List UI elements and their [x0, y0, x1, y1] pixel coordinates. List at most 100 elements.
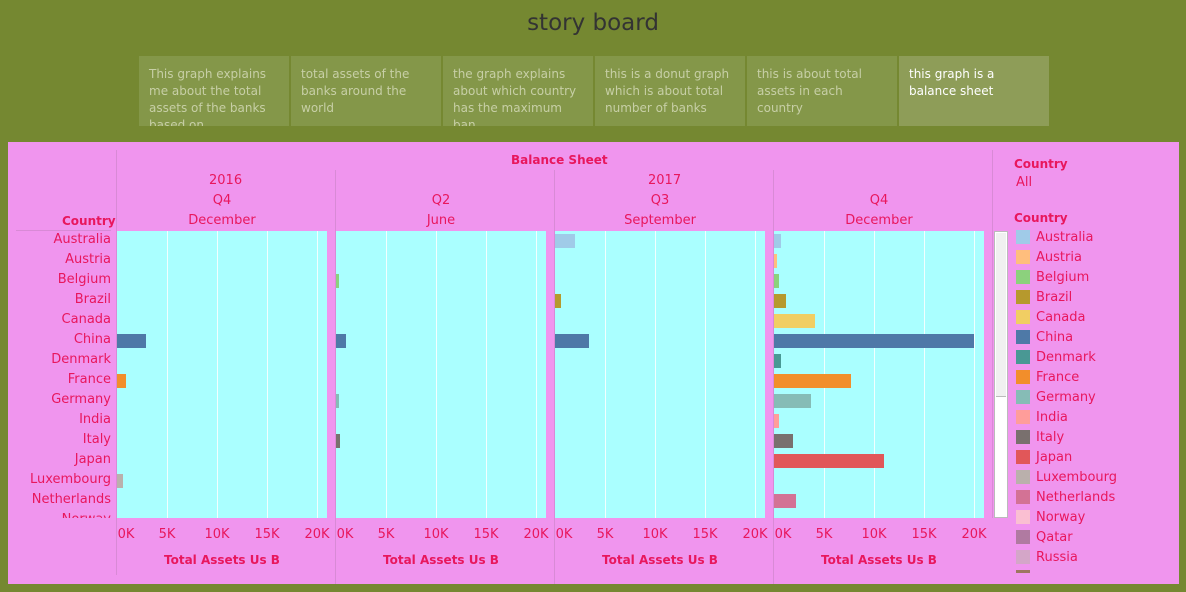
legend-swatch [1016, 230, 1030, 244]
bar-germany[interactable] [336, 394, 339, 408]
legend-item-denmark[interactable]: Denmark [1016, 347, 1096, 367]
scrollbar-thumb[interactable] [996, 233, 1006, 397]
panel-quarter-label: Q4 [212, 193, 232, 208]
axis-tick-label: 5K [815, 527, 833, 542]
legend-label: Russia [1036, 549, 1078, 565]
bar-luxembourg[interactable] [117, 474, 123, 488]
story-tab-2[interactable]: total assets of the banks around the wor… [291, 56, 441, 126]
axis-tick-label: 0K [117, 527, 135, 542]
legend-label: Belgium [1036, 269, 1090, 285]
panel-month-label: June [426, 213, 456, 228]
axis-tick-label: 5K [377, 527, 395, 542]
bar-canada[interactable] [774, 314, 815, 328]
legend-item-netherlands[interactable]: Netherlands [1016, 487, 1115, 507]
bar-brazil[interactable] [774, 294, 786, 308]
chart-scrollbar[interactable] [994, 231, 1008, 518]
row-label-germany: Germany [51, 392, 111, 407]
bar-france[interactable] [774, 374, 851, 388]
legend-item-japan[interactable]: Japan [1016, 447, 1072, 467]
story-tabs: This graph explains me about the total a… [139, 56, 1049, 126]
axis-tick-label: 15K [692, 527, 718, 542]
story-tab-3[interactable]: the graph explains about which country h… [443, 56, 593, 126]
filter-title: Country [1014, 157, 1068, 171]
bar-china[interactable] [774, 334, 974, 348]
axis-tick-label: 5K [596, 527, 614, 542]
bar-brazil[interactable] [555, 294, 561, 308]
bar-italy[interactable] [774, 434, 793, 448]
legend-item-india[interactable]: India [1016, 407, 1068, 427]
bar-australia[interactable] [774, 234, 781, 248]
bar-germany[interactable] [774, 394, 811, 408]
legend-swatch [1016, 290, 1030, 304]
legend-label: Japan [1036, 449, 1073, 465]
bar-belgium[interactable] [774, 274, 779, 288]
sheet-title: Balance Sheet [511, 153, 608, 167]
row-label-china: China [73, 332, 111, 347]
legend-item-canada[interactable]: Canada [1016, 307, 1085, 327]
legend-item-france[interactable]: France [1016, 367, 1079, 387]
legend-swatch [1016, 510, 1030, 524]
row-label-brazil: Brazil [74, 292, 111, 307]
gridline [924, 231, 925, 518]
bar-china[interactable] [336, 334, 346, 348]
gridline [655, 231, 656, 518]
legend-item-luxembourg[interactable]: Luxembourg [1016, 467, 1117, 487]
legend-item-italy[interactable]: Italy [1016, 427, 1064, 447]
row-label-australia: Australia [53, 232, 111, 247]
bar-italy[interactable] [336, 434, 340, 448]
year-2017-label: 2017 [648, 173, 682, 188]
row-label-france: France [67, 372, 111, 387]
legend-label: France [1036, 369, 1080, 385]
legend-swatch [1016, 270, 1030, 284]
gridline [874, 231, 875, 518]
legend-swatch [1016, 550, 1030, 564]
bar-denmark[interactable] [774, 354, 781, 368]
axis-tick-label: 5K [158, 527, 176, 542]
bar-japan[interactable] [774, 454, 884, 468]
panel-plot-area [555, 231, 765, 518]
legend-label: Austria [1036, 249, 1082, 265]
legend-swatch [1016, 350, 1030, 364]
legend-swatch [1016, 470, 1030, 484]
story-tab-6[interactable]: this graph is a balance sheet [899, 56, 1049, 126]
legend-swatch [1016, 310, 1030, 324]
axis-tick-label: 15K [911, 527, 937, 542]
legend-item-germany[interactable]: Germany [1016, 387, 1096, 407]
bar-australia[interactable] [555, 234, 575, 248]
legend-item-brazil[interactable]: Brazil [1016, 287, 1072, 307]
bar-china[interactable] [117, 334, 146, 348]
bar-france[interactable] [117, 374, 126, 388]
bar-china[interactable] [555, 334, 589, 348]
panel-separator [992, 150, 993, 518]
bar-india[interactable] [774, 414, 779, 428]
axis-tick-label: 20K [523, 527, 549, 542]
gridline [167, 231, 168, 518]
story-tab-1[interactable]: This graph explains me about the total a… [139, 56, 289, 126]
legend-item-australia[interactable]: Australia [1016, 227, 1094, 247]
bar-netherlands[interactable] [774, 494, 796, 508]
filter-value[interactable]: All [1016, 175, 1032, 190]
axis-tick-label: 15K [254, 527, 280, 542]
legend-item-qatar[interactable]: Qatar [1016, 527, 1073, 547]
legend-item-norway[interactable]: Norway [1016, 507, 1085, 527]
gridline [317, 231, 318, 518]
legend-swatch [1016, 250, 1030, 264]
panel-plot-area [336, 231, 546, 518]
row-label-canada: Canada [61, 312, 111, 327]
bar-belgium[interactable] [336, 274, 339, 288]
year-2016-label: 2016 [209, 173, 243, 188]
legend-item-belgium[interactable]: Belgium [1016, 267, 1089, 287]
story-tab-4[interactable]: this is a donut graph which is about tot… [595, 56, 745, 126]
row-label-netherlands: Netherlands [31, 492, 111, 507]
legend-swatch [1016, 450, 1030, 464]
legend-item-russia[interactable]: Russia [1016, 547, 1078, 567]
legend-item-china[interactable]: China [1016, 327, 1073, 347]
panel-month-label: December [845, 213, 913, 228]
bar-austria[interactable] [774, 254, 777, 268]
x-axis-title: Total Assets Us B [602, 553, 718, 567]
story-tab-5[interactable]: this is about total assets in each count… [747, 56, 897, 126]
legend-item-austria[interactable]: Austria [1016, 247, 1082, 267]
axis-tick-label: 0K [555, 527, 573, 542]
legend-swatch [1016, 430, 1030, 444]
axis-tick-label: 10K [642, 527, 668, 542]
